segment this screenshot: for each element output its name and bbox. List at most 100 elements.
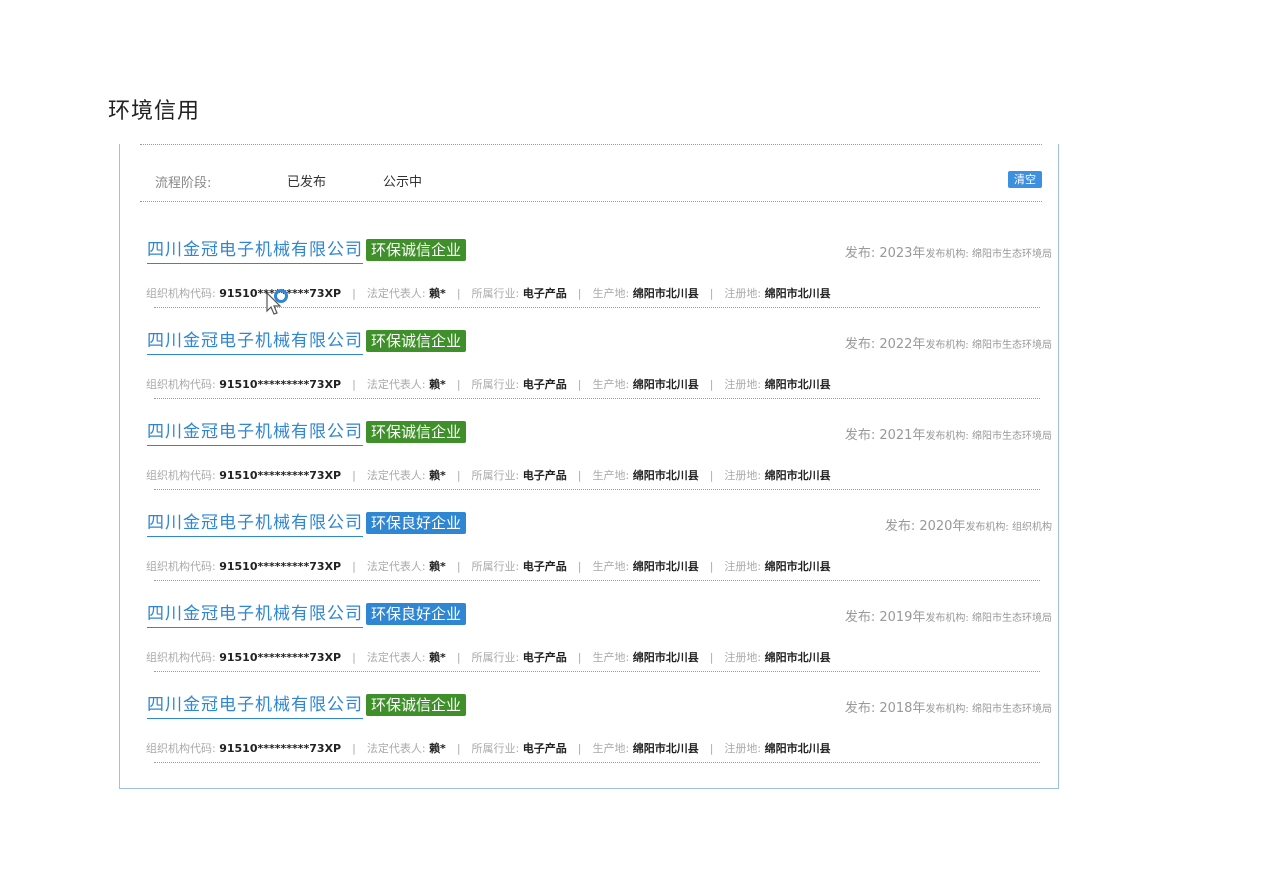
separator: | <box>709 469 714 482</box>
industry-label: 所属行业: <box>471 560 520 573</box>
publish-agency: 发布机构: 绵阳市生态环境局 <box>925 431 1052 442</box>
legal-rep-value: 赖* <box>429 378 446 391</box>
org-code-label: 组织机构代码: <box>146 469 216 482</box>
publish-year: 2023年 <box>879 246 926 261</box>
filter-option-published[interactable]: 已发布 <box>287 171 326 190</box>
registered-place-value: 绵阳市北川县 <box>764 560 831 573</box>
production-place-label: 生产地: <box>592 560 630 573</box>
publish-prefix: 发布: <box>844 610 876 625</box>
record-meta: 组织机构代码: 91510*********73XP | 法定代表人: 赖* | 所属行… <box>146 558 831 574</box>
separator: | <box>456 651 461 664</box>
industry-label: 所属行业: <box>471 287 520 300</box>
publish-year: 2020年 <box>919 519 966 534</box>
industry-value: 电子产品 <box>522 742 567 755</box>
divider <box>154 671 1040 672</box>
separator: | <box>456 378 461 391</box>
legal-rep-value: 赖* <box>429 469 446 482</box>
production-place-value: 绵阳市北川县 <box>632 287 699 300</box>
separator: | <box>456 742 461 755</box>
company-link[interactable]: 四川金冠电子机械有限公司 <box>147 330 363 355</box>
publish-info: 发布: 2023年发布机构: 绵阳市生态环境局 <box>845 242 1052 261</box>
production-place-label: 生产地: <box>592 742 630 755</box>
industry-label: 所属行业: <box>471 378 520 391</box>
clear-button[interactable]: 清空 <box>1008 171 1042 188</box>
page-title: 环境信用 <box>108 99 201 124</box>
legal-rep-label: 法定代表人: <box>366 742 426 755</box>
industry-value: 电子产品 <box>522 378 567 391</box>
org-code-value: 91510*********73XP <box>219 560 342 573</box>
separator: | <box>709 287 714 300</box>
org-code-label: 组织机构代码: <box>146 287 216 300</box>
industry-label: 所属行业: <box>471 742 520 755</box>
company-link[interactable]: 四川金冠电子机械有限公司 <box>147 603 363 628</box>
production-place-value: 绵阳市北川县 <box>632 651 699 664</box>
company-link[interactable]: 四川金冠电子机械有限公司 <box>147 694 363 719</box>
legal-rep-value: 赖* <box>429 287 446 300</box>
publish-prefix: 发布: <box>884 519 916 534</box>
credit-badge: 环保诚信企业 <box>366 239 467 261</box>
divider <box>140 144 1042 145</box>
publish-agency: 发布机构: 绵阳市生态环境局 <box>925 249 1052 260</box>
publish-prefix: 发布: <box>844 246 876 261</box>
divider <box>154 762 1040 763</box>
industry-value: 电子产品 <box>522 651 567 664</box>
credit-list-panel: 流程阶段: 已发布 公示中 清空 四川金冠电子机械有限公司 环保诚信企业 发布: 2… <box>119 144 1059 789</box>
legal-rep-value: 赖* <box>429 742 446 755</box>
separator: | <box>577 560 582 573</box>
credit-record: 四川金冠电子机械有限公司 环保良好企业 发布: 2020年发布机构: 组织机构 组织机… <box>145 512 1052 594</box>
org-code-value: 91510*********73XP <box>219 469 342 482</box>
separator: | <box>577 742 582 755</box>
publish-prefix: 发布: <box>844 701 876 716</box>
company-link[interactable]: 四川金冠电子机械有限公司 <box>147 239 363 264</box>
record-meta: 组织机构代码: 91510*********73XP | 法定代表人: 赖* | 所属行… <box>146 740 831 756</box>
legal-rep-label: 法定代表人: <box>366 469 426 482</box>
publish-year: 2021年 <box>879 428 926 443</box>
credit-record: 四川金冠电子机械有限公司 环保诚信企业 发布: 2021年发布机构: 绵阳市生态环境… <box>145 421 1052 503</box>
production-place-label: 生产地: <box>592 651 630 664</box>
separator: | <box>577 378 582 391</box>
production-place-label: 生产地: <box>592 378 630 391</box>
production-place-label: 生产地: <box>592 469 630 482</box>
org-code-label: 组织机构代码: <box>146 742 216 755</box>
publish-prefix: 发布: <box>844 428 876 443</box>
separator: | <box>352 651 356 664</box>
publish-year: 2018年 <box>879 701 926 716</box>
separator: | <box>456 469 461 482</box>
publish-agency: 发布机构: 绵阳市生态环境局 <box>925 340 1052 351</box>
credit-record: 四川金冠电子机械有限公司 环保诚信企业 发布: 2022年发布机构: 绵阳市生态环境… <box>145 330 1052 412</box>
legal-rep-value: 赖* <box>429 560 446 573</box>
registered-place-label: 注册地: <box>724 287 762 300</box>
registered-place-value: 绵阳市北川县 <box>764 742 831 755</box>
org-code-label: 组织机构代码: <box>146 378 216 391</box>
separator: | <box>352 287 356 300</box>
publish-info: 发布: 2020年发布机构: 组织机构 <box>885 515 1052 534</box>
industry-label: 所属行业: <box>471 469 520 482</box>
credit-badge: 环保诚信企业 <box>366 330 467 352</box>
production-place-value: 绵阳市北川县 <box>632 742 699 755</box>
filter-option-publicizing[interactable]: 公示中 <box>383 171 422 190</box>
production-place-value: 绵阳市北川县 <box>632 378 699 391</box>
separator: | <box>709 651 714 664</box>
separator: | <box>456 560 461 573</box>
industry-value: 电子产品 <box>522 469 567 482</box>
publish-info: 发布: 2019年发布机构: 绵阳市生态环境局 <box>845 606 1052 625</box>
separator: | <box>709 560 714 573</box>
company-link[interactable]: 四川金冠电子机械有限公司 <box>147 421 363 446</box>
production-place-value: 绵阳市北川县 <box>632 560 699 573</box>
org-code-value: 91510*********73XP <box>219 651 342 664</box>
separator: | <box>352 469 356 482</box>
record-meta: 组织机构代码: 91510*********73XP | 法定代表人: 赖* | 所属行… <box>146 649 831 665</box>
legal-rep-label: 法定代表人: <box>366 287 426 300</box>
separator: | <box>456 287 461 300</box>
company-link[interactable]: 四川金冠电子机械有限公司 <box>147 512 363 537</box>
separator: | <box>577 287 582 300</box>
divider <box>154 580 1040 581</box>
registered-place-value: 绵阳市北川县 <box>764 469 831 482</box>
production-place-value: 绵阳市北川县 <box>632 469 699 482</box>
divider <box>154 489 1040 490</box>
production-place-label: 生产地: <box>592 287 630 300</box>
separator: | <box>352 560 356 573</box>
publish-agency: 发布机构: 组织机构 <box>965 522 1052 533</box>
filter-bar: 流程阶段: 已发布 公示中 清空 <box>140 168 1042 202</box>
org-code-label: 组织机构代码: <box>146 560 216 573</box>
